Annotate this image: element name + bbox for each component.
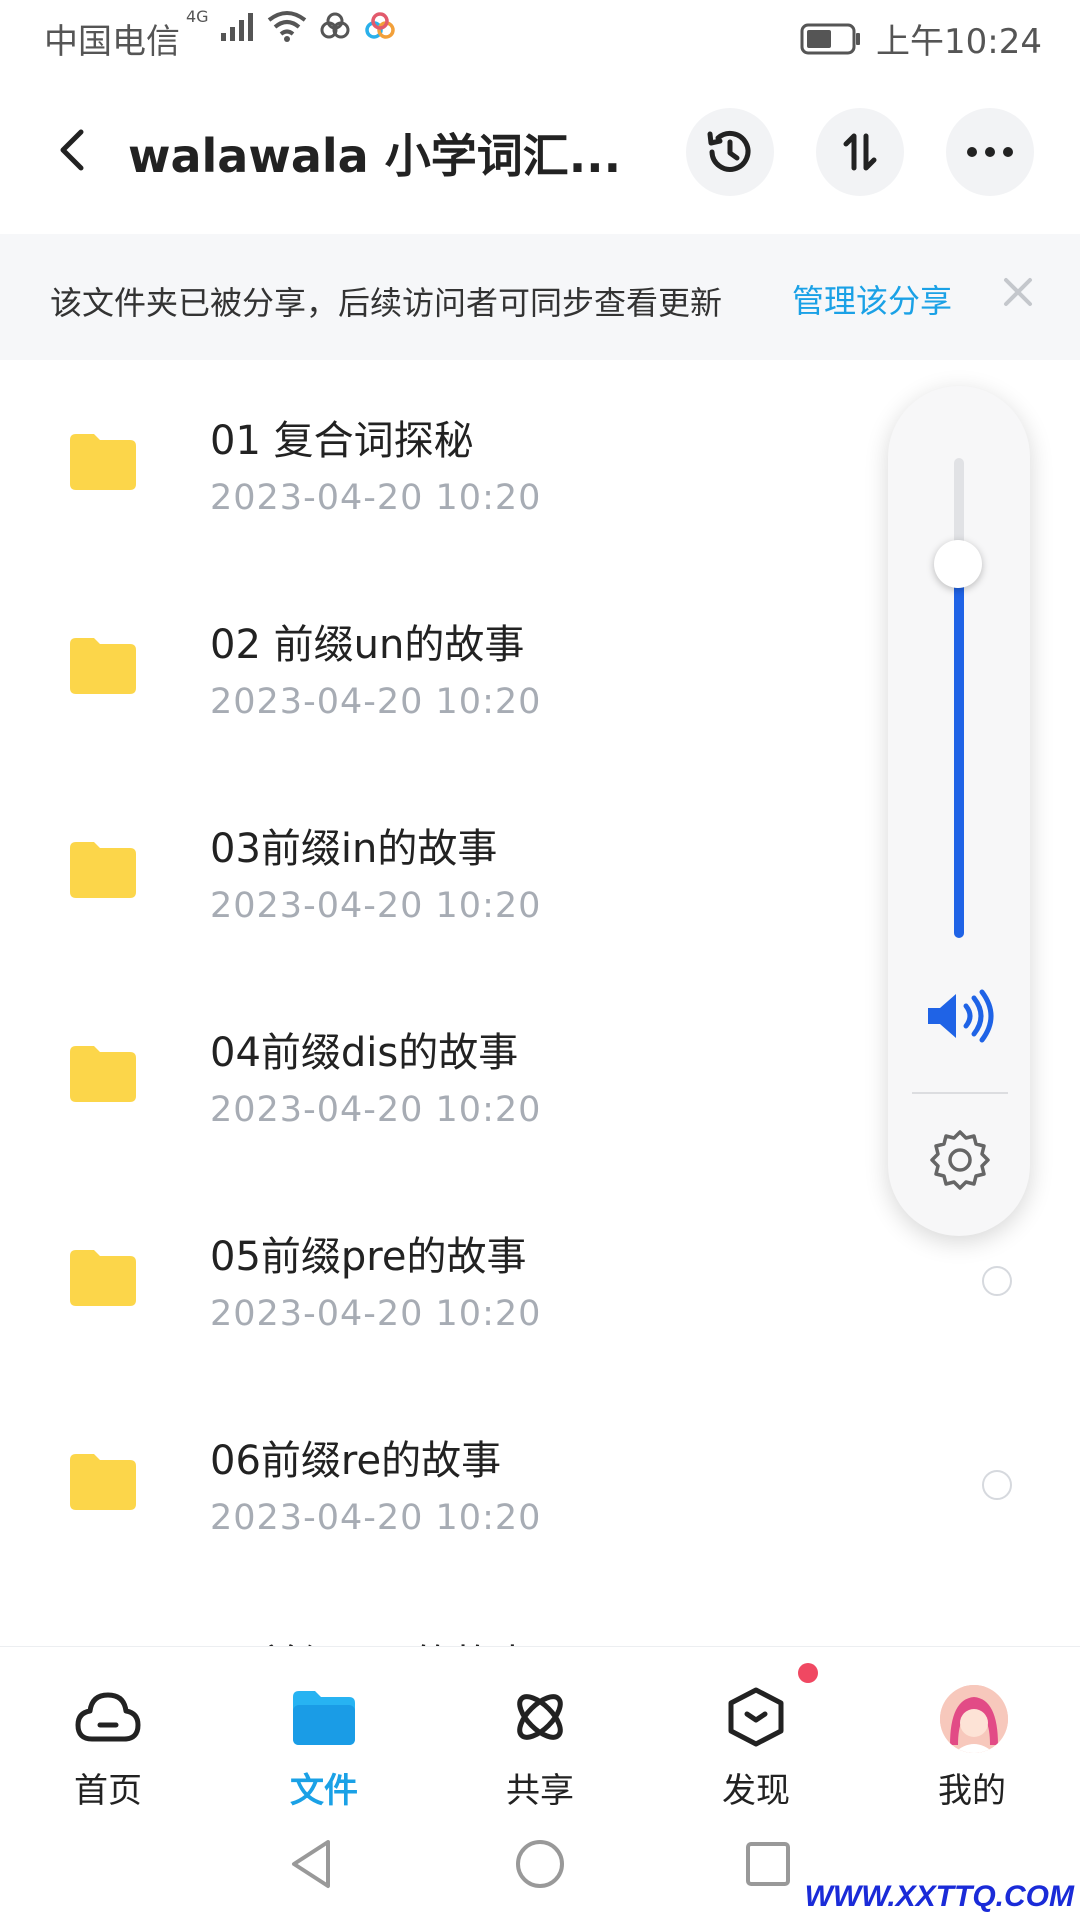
watermark: WWW.XXTTQ.COM bbox=[804, 1880, 1074, 1913]
volume-panel bbox=[888, 386, 1030, 1236]
sort-arrows-icon bbox=[843, 133, 877, 171]
baidu-netdisk-icon bbox=[364, 12, 395, 39]
folder-icon bbox=[70, 638, 136, 694]
folder-icon bbox=[290, 1683, 358, 1751]
file-date: 2023-04-20 10:20 bbox=[210, 478, 542, 518]
file-name: 01 复合词探秘 bbox=[210, 418, 474, 464]
battery-icon bbox=[800, 23, 861, 54]
cloud-app-icon bbox=[320, 12, 350, 39]
sort-button[interactable] bbox=[816, 108, 904, 196]
manage-share-link[interactable]: 管理该分享 bbox=[792, 276, 952, 322]
file-date: 2023-04-20 10:20 bbox=[210, 1294, 542, 1334]
volume-divider bbox=[912, 1092, 1008, 1094]
more-dots-icon bbox=[967, 147, 1013, 157]
file-name: 05前缀pre的故事 bbox=[210, 1234, 527, 1280]
volume-slider[interactable] bbox=[954, 458, 964, 938]
file-name: 06前缀re的故事 bbox=[210, 1438, 502, 1484]
speaker-volume-icon[interactable] bbox=[924, 988, 996, 1044]
status-right: 上午10:24 bbox=[800, 14, 1042, 63]
network-type-label: 4G bbox=[186, 6, 209, 26]
nav-item-mine[interactable]: 我的 bbox=[864, 1647, 1080, 1811]
bottom-nav: 首页 文件 共享 发现 我的 bbox=[0, 1646, 1080, 1811]
recents-square-icon[interactable] bbox=[740, 1836, 796, 1892]
more-button[interactable] bbox=[946, 108, 1034, 196]
file-name: 03前缀in的故事 bbox=[210, 826, 498, 872]
chevron-left-icon bbox=[60, 129, 84, 171]
folder-icon bbox=[70, 434, 136, 490]
folder-title: walawala 小学词汇... bbox=[128, 129, 622, 183]
home-circle-icon[interactable] bbox=[512, 1836, 568, 1892]
history-button[interactable] bbox=[686, 108, 774, 196]
back-button[interactable] bbox=[44, 120, 100, 180]
select-checkbox[interactable] bbox=[982, 1266, 1012, 1296]
nav-item-discover[interactable]: 发现 bbox=[648, 1647, 864, 1811]
file-row[interactable]: 07前缀sub的故事 bbox=[0, 1592, 1080, 1646]
notification-badge bbox=[798, 1663, 818, 1683]
file-name: 07前缀sub的故事 bbox=[210, 1632, 532, 1646]
avatar bbox=[940, 1685, 1008, 1753]
share-banner: 该文件夹已被分享，后续访问者可同步查看更新 管理该分享 bbox=[0, 234, 1080, 360]
file-name: 04前缀dis的故事 bbox=[210, 1030, 519, 1076]
wifi-icon bbox=[267, 11, 306, 42]
share-atom-icon bbox=[506, 1683, 574, 1751]
back-triangle-icon[interactable] bbox=[284, 1836, 340, 1892]
folder-icon bbox=[70, 1046, 136, 1102]
file-name: 02 前缀un的故事 bbox=[210, 622, 525, 668]
signal-icon bbox=[220, 13, 253, 41]
discover-box-icon bbox=[722, 1683, 790, 1751]
nav-item-share[interactable]: 共享 bbox=[432, 1647, 648, 1811]
folder-icon bbox=[70, 842, 136, 898]
system-nav-bar: WWW.XXTTQ.COM bbox=[0, 1800, 1080, 1920]
cloud-icon bbox=[74, 1683, 142, 1751]
file-date: 2023-04-20 10:20 bbox=[210, 1498, 542, 1538]
volume-slider-fill bbox=[954, 564, 964, 938]
file-date: 2023-04-20 10:20 bbox=[210, 1090, 542, 1130]
history-icon bbox=[707, 130, 751, 172]
file-date: 2023-04-20 10:20 bbox=[210, 886, 542, 926]
folder-icon bbox=[70, 1250, 136, 1306]
select-checkbox[interactable] bbox=[982, 1470, 1012, 1500]
close-icon[interactable] bbox=[996, 270, 1040, 314]
status-icons: 4G bbox=[186, 6, 397, 42]
top-bar: walawala 小学词汇... bbox=[0, 90, 1080, 216]
clock: 上午10:24 bbox=[876, 22, 1042, 62]
volume-slider-knob[interactable] bbox=[934, 540, 982, 588]
carrier-label: 中国电信 bbox=[44, 22, 180, 62]
file-date: 2023-04-20 10:20 bbox=[210, 682, 542, 722]
nav-item-files[interactable]: 文件 bbox=[216, 1647, 432, 1811]
folder-icon bbox=[70, 1454, 136, 1510]
status-bar: 中国电信 4G 上午10:24 bbox=[0, 0, 1080, 78]
nav-item-home[interactable]: 首页 bbox=[0, 1647, 216, 1811]
gear-icon[interactable] bbox=[928, 1128, 992, 1192]
file-row[interactable]: 06前缀re的故事 2023-04-20 10:20 bbox=[0, 1388, 1080, 1592]
share-message: 该文件夹已被分享，后续访问者可同步查看更新 bbox=[50, 284, 723, 322]
